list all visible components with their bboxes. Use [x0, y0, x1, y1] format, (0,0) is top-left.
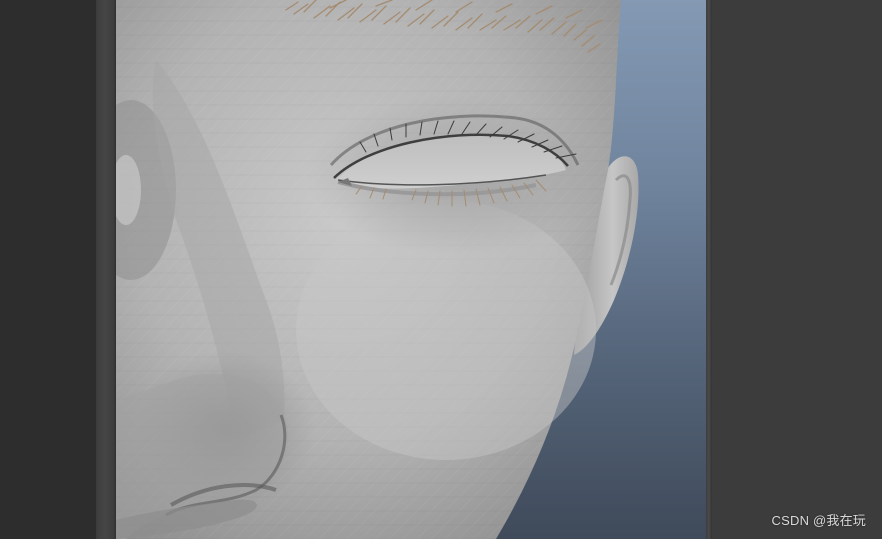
face-model-render	[116, 0, 639, 539]
maya-window: CSDN @我在玩	[0, 0, 882, 539]
3d-viewport[interactable]	[116, 0, 706, 539]
left-side-panel	[0, 0, 96, 539]
viewport-left-frame	[96, 0, 116, 539]
right-side-panel	[712, 0, 882, 539]
face-surface	[116, 0, 621, 539]
watermark-text: CSDN @我在玩	[771, 513, 866, 528]
